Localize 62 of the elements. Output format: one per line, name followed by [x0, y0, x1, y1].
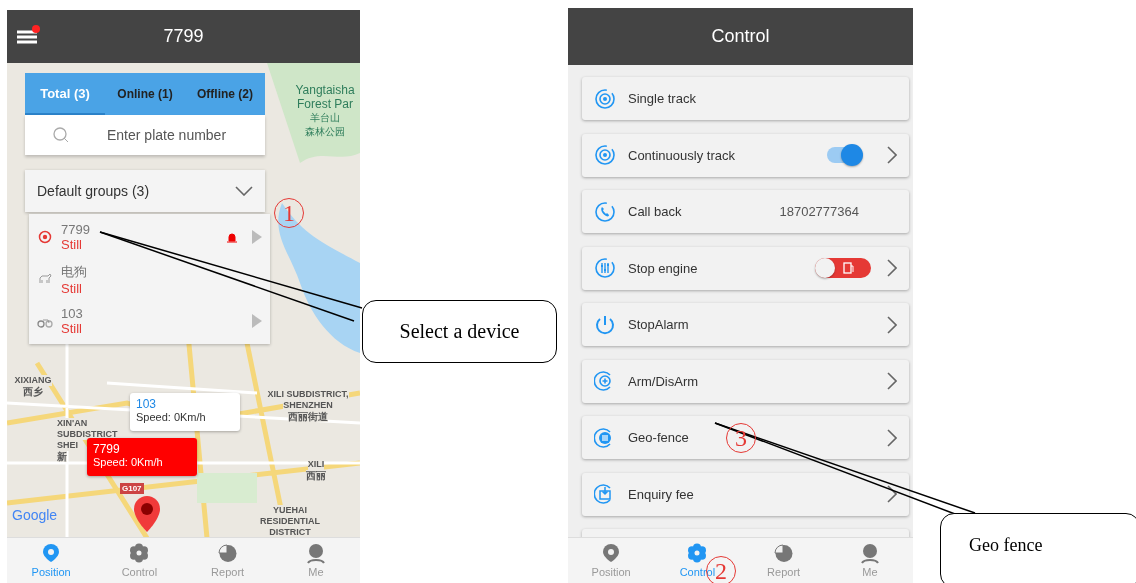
control-option[interactable]: Call back 18702777364: [582, 190, 909, 233]
person-icon: [305, 543, 326, 564]
map-logo: Google: [12, 507, 58, 523]
map-place-label: YUEHAI RESIDENTIAL DISTRICT: [258, 505, 321, 537]
target-icon: [594, 144, 616, 166]
filter-tab[interactable]: Offline (2): [185, 73, 265, 115]
device-row[interactable]: 电狗 Still: [29, 258, 270, 300]
control-option[interactable]: Continuously track: [582, 133, 909, 177]
gear-icon: [129, 543, 150, 564]
callout-bubble: Geo fence: [940, 513, 1136, 583]
nav-tab[interactable]: Position: [7, 538, 96, 583]
device-row[interactable]: 7799 Still: [29, 216, 270, 258]
nav-tab[interactable]: Me: [826, 538, 913, 583]
location-target-icon: [37, 229, 53, 245]
search-icon: [53, 127, 69, 143]
search-box[interactable]: Enter plate number: [25, 115, 265, 155]
sliders-icon: [594, 257, 616, 279]
map-place-label: XILI 西丽: [305, 459, 327, 481]
control-option[interactable]: Stop engine: [582, 246, 909, 290]
device-status: Still: [61, 321, 83, 336]
callout-bubble: Select a device: [362, 300, 557, 363]
target-icon: [594, 87, 616, 110]
device-status: Still: [61, 280, 83, 296]
nav-tab[interactable]: Control: [95, 538, 184, 583]
person-icon: [859, 543, 880, 564]
device-row[interactable]: 103 Still: [29, 300, 270, 342]
control-option[interactable]: Single track: [582, 77, 909, 120]
nav-tab[interactable]: Report: [183, 538, 272, 583]
vehicle-info-popup[interactable]: 7799 Speed: 0Km/h: [87, 438, 197, 476]
device-name: 103: [61, 306, 84, 321]
power-icon: [594, 313, 616, 336]
road-sign: G107: [120, 483, 144, 494]
device-status: Still: [61, 237, 83, 252]
map-place-label: XIXIANG 西乡: [13, 375, 53, 397]
phone-number: 18702777364: [779, 204, 859, 219]
map-place-label: XILI SUBDISTRICT, SHENZHEN 西丽街道: [266, 389, 350, 422]
location-pin-icon: [41, 543, 62, 564]
chevron-down-icon: [235, 186, 253, 196]
control-option[interactable]: StopAlarm: [582, 303, 909, 346]
nav-tab[interactable]: Me: [271, 538, 360, 583]
device-name: 电狗: [61, 262, 88, 281]
location-pin-icon: [133, 495, 161, 533]
vehicle-info-popup[interactable]: 103 Speed: 0Km/h: [130, 393, 240, 431]
pie-chart-icon: [217, 543, 238, 564]
screen-title: 7799: [163, 26, 204, 47]
nav-tab[interactable]: Position: [568, 538, 655, 583]
fuel-pump-icon: [843, 262, 855, 274]
nav-tab[interactable]: Report: [740, 538, 827, 583]
map-place-label: Yangtaisha Forest Par 羊台山 森林公园: [294, 83, 356, 139]
control-option[interactable]: Enquiry fee: [582, 472, 909, 516]
group-dropdown[interactable]: Default groups (3): [25, 170, 265, 212]
phone-icon: [594, 200, 616, 223]
location-pin-icon: [601, 543, 622, 564]
device-name: 7799: [61, 222, 91, 237]
control-option[interactable]: Arm/DisArm: [582, 359, 909, 403]
screen-title: Control: [711, 26, 770, 47]
filter-tab[interactable]: Online (1): [105, 73, 185, 115]
pie-chart-icon: [773, 543, 794, 564]
engine-toggle-switch[interactable]: [815, 258, 871, 278]
toggle-switch[interactable]: [827, 147, 861, 163]
gear-icon: [687, 543, 708, 564]
search-field[interactable]: Enter plate number: [105, 126, 259, 144]
